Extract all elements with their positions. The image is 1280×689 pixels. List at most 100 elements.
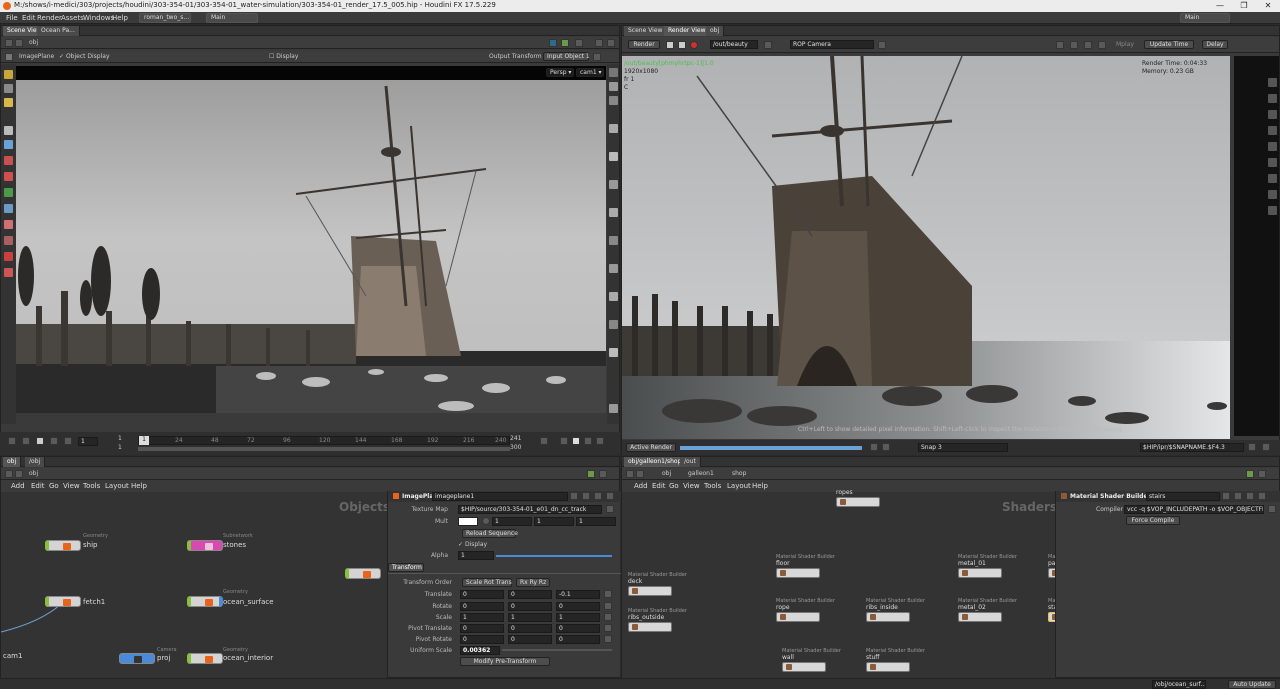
net-menu-add[interactable]: Add bbox=[11, 482, 25, 490]
audio-icon[interactable] bbox=[560, 437, 568, 445]
camera-tool-icon[interactable] bbox=[4, 204, 13, 213]
jump-end-icon[interactable] bbox=[64, 437, 72, 445]
gear-icon[interactable] bbox=[607, 39, 615, 47]
node-stuff[interactable] bbox=[866, 662, 910, 672]
snapshot-tool-icon[interactable] bbox=[1056, 41, 1064, 49]
jump-start-icon[interactable] bbox=[8, 437, 16, 445]
minimize-button[interactable]: — bbox=[1208, 0, 1232, 12]
net-layout-icon[interactable] bbox=[599, 470, 607, 478]
render-option-3-icon[interactable] bbox=[1268, 110, 1277, 119]
breadcrumb-shop[interactable]: shop bbox=[732, 470, 746, 477]
status-path[interactable]: /obj/ocean_surf... bbox=[1152, 680, 1206, 689]
node-fetch1-body[interactable] bbox=[45, 596, 81, 607]
pivot-translate-z-field[interactable]: 0 bbox=[556, 624, 600, 633]
param-info-icon[interactable] bbox=[594, 492, 602, 500]
pivot-rotate-z-field[interactable]: 0 bbox=[556, 635, 600, 644]
menu-assets[interactable]: Assets bbox=[61, 14, 84, 22]
camera-jump-icon[interactable] bbox=[878, 41, 886, 49]
wireframe-icon[interactable] bbox=[609, 124, 618, 133]
maximize-button[interactable]: ❐ bbox=[1232, 0, 1256, 12]
pivot-rotate-channel-icon[interactable] bbox=[604, 635, 612, 643]
ghost-icon[interactable] bbox=[609, 180, 618, 189]
node-deck[interactable] bbox=[628, 586, 672, 596]
view-tool-icon[interactable] bbox=[4, 140, 13, 149]
camera-select[interactable]: ROP Camera bbox=[790, 40, 874, 49]
menu-file[interactable]: File bbox=[6, 14, 18, 22]
region-icon[interactable] bbox=[1070, 41, 1078, 49]
global-anim-icon[interactable] bbox=[584, 437, 592, 445]
snap-field[interactable]: Snap 3 bbox=[918, 443, 1008, 452]
node-ocean-surface-body[interactable] bbox=[187, 596, 223, 607]
key-icon[interactable] bbox=[540, 437, 548, 445]
translate-channel-icon[interactable] bbox=[604, 590, 612, 598]
mult-r-field[interactable]: 1 bbox=[492, 517, 532, 526]
rop-select[interactable]: /out/beauty bbox=[710, 40, 758, 49]
layout-icon[interactable] bbox=[575, 39, 583, 47]
net-path[interactable]: obj bbox=[29, 470, 38, 477]
active-render-button[interactable]: Active Render bbox=[626, 443, 676, 452]
snapshot-icon[interactable] bbox=[609, 404, 618, 413]
force-compile-button[interactable]: Force Compile bbox=[1126, 516, 1180, 525]
menu-render[interactable]: Render bbox=[37, 14, 62, 22]
net-forward-icon[interactable] bbox=[15, 470, 23, 478]
mult-color-swatch[interactable] bbox=[458, 517, 478, 526]
network-left-canvas[interactable]: Objects Geometry ship Subnetwork stones … bbox=[1, 492, 390, 678]
tab-scene-view-right[interactable]: Scene View bbox=[624, 26, 668, 36]
points-icon[interactable] bbox=[609, 264, 618, 273]
shop-link-icon[interactable] bbox=[1246, 470, 1254, 478]
safe-area-icon[interactable] bbox=[609, 348, 618, 357]
desktop-tab[interactable]: roman_two_s... bbox=[139, 13, 191, 23]
pivot-rotate-x-field[interactable]: 0 bbox=[460, 635, 504, 644]
scale-x-field[interactable]: 1 bbox=[460, 613, 504, 622]
scale-z-field[interactable]: 1 bbox=[556, 613, 600, 622]
background-icon[interactable] bbox=[609, 320, 618, 329]
current-frame-field[interactable]: 1 bbox=[78, 437, 98, 446]
snap-next-icon[interactable] bbox=[882, 443, 890, 451]
uniform-scale-field[interactable]: 0.00362 bbox=[460, 646, 500, 655]
render-option-7-icon[interactable] bbox=[1268, 174, 1277, 183]
shop-menu-go[interactable]: Go bbox=[669, 482, 679, 490]
mult-g-field[interactable]: 1 bbox=[534, 517, 574, 526]
node-wall[interactable] bbox=[782, 662, 826, 672]
net-menu-view[interactable]: View bbox=[63, 482, 80, 490]
net-menu-edit[interactable]: Edit bbox=[31, 482, 45, 490]
network-right-canvas[interactable]: Shaders ropes Material Shader Builder de… bbox=[622, 489, 1107, 678]
paint-tool-icon[interactable] bbox=[4, 156, 13, 165]
rotate-order-select[interactable]: Rx Ry Rz bbox=[516, 578, 550, 587]
rotate-y-field[interactable]: 0 bbox=[508, 602, 552, 611]
scale-y-field[interactable]: 1 bbox=[508, 613, 552, 622]
output-transform-label[interactable]: Output Transform bbox=[489, 53, 542, 60]
shop-menu-edit[interactable]: Edit bbox=[652, 482, 666, 490]
pivot-translate-channel-icon[interactable] bbox=[604, 624, 612, 632]
realtime-icon[interactable] bbox=[572, 437, 580, 445]
tab-out[interactable]: /out bbox=[680, 457, 701, 467]
shader-info-icon[interactable] bbox=[1246, 492, 1254, 500]
menu-help[interactable]: Help bbox=[112, 14, 128, 22]
normals-icon[interactable] bbox=[609, 236, 618, 245]
timeline-scrubber[interactable]: 1 24 48 72 96 120 144 168 192 216 240 bbox=[138, 436, 510, 445]
render-option-5-icon[interactable] bbox=[1268, 142, 1277, 151]
pose-tool-icon[interactable] bbox=[4, 126, 13, 135]
shop-menu-tools[interactable]: Tools bbox=[704, 482, 721, 490]
render-option-9-icon[interactable] bbox=[1268, 206, 1277, 215]
snap-tool-icon[interactable] bbox=[4, 188, 13, 197]
breadcrumb-galleon1[interactable]: galleon1 bbox=[688, 470, 714, 477]
rotate-x-field[interactable]: 0 bbox=[460, 602, 504, 611]
compare-icon[interactable] bbox=[1098, 41, 1106, 49]
tab-render-view[interactable]: Render View bbox=[664, 26, 711, 36]
pivot-translate-x-field[interactable]: 0 bbox=[460, 624, 504, 633]
tab-obj[interactable]: obj bbox=[706, 26, 725, 36]
viewport-options-icon[interactable] bbox=[593, 53, 601, 61]
persp-menu[interactable]: Persp ▾ bbox=[546, 68, 574, 77]
pivot-translate-y-field[interactable]: 0 bbox=[508, 624, 552, 633]
net-menu-help[interactable]: Help bbox=[131, 482, 147, 490]
node-metal01[interactable] bbox=[958, 568, 1002, 578]
display-options-icon[interactable] bbox=[609, 68, 618, 77]
delay-button[interactable]: Delay bbox=[1202, 40, 1228, 49]
node-rope[interactable] bbox=[776, 612, 820, 622]
snap-folder-icon[interactable] bbox=[1262, 443, 1270, 451]
compiler-field[interactable]: vcc -q $VOP_INCLUDEPATH -o $VOP_OBJECTFI… bbox=[1124, 505, 1264, 514]
render-viewport[interactable]: /out/beauty[phmyhrtpc-1]|1.0 1920x1080 f… bbox=[622, 56, 1230, 439]
translate-z-field[interactable]: -0.1 bbox=[556, 590, 600, 599]
shop-menu-help[interactable]: Help bbox=[752, 482, 768, 490]
